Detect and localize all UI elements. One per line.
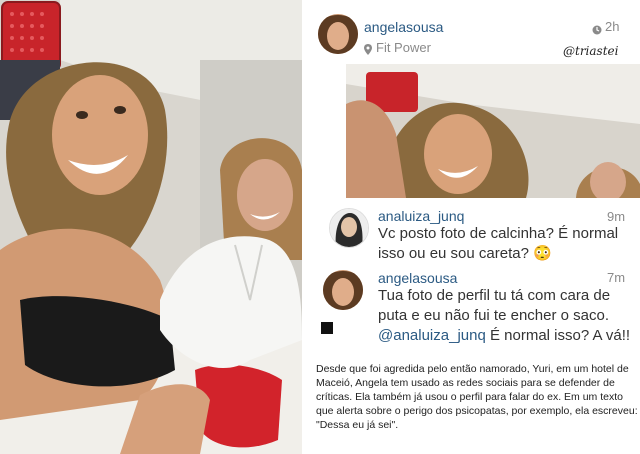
black-square-marker bbox=[321, 322, 333, 334]
comment-text: Vc posto foto de calcinha? É normal isso… bbox=[378, 224, 618, 264]
post-time: 2h bbox=[605, 19, 620, 34]
article-caption: Desde que foi agredida pelo então namora… bbox=[316, 363, 638, 431]
comment-time: 9m bbox=[607, 209, 626, 224]
reply-time: 7m bbox=[607, 270, 626, 285]
comment-text-line: Vc posto foto de calcinha? É normal bbox=[378, 225, 619, 242]
reply-text: Tua foto de perfil tu tá com cara de put… bbox=[378, 286, 630, 346]
comment-username[interactable]: analuiza_junq bbox=[378, 208, 464, 224]
instagram-screenshot: angelasousa Fit Power 2h @triastei analu… bbox=[306, 0, 640, 454]
watermark: @triastei bbox=[563, 44, 619, 58]
reply-username[interactable]: angelasousa bbox=[378, 270, 457, 286]
post-username[interactable]: angelasousa bbox=[364, 19, 443, 35]
reply-text-line: Tua foto de perfil tu tá com cara de bbox=[378, 287, 611, 304]
reply-text-line: @analuiza_junq É normal isso? A vá!! bbox=[378, 326, 630, 346]
location-pin-icon bbox=[364, 42, 372, 55]
post-location[interactable]: Fit Power bbox=[376, 40, 431, 55]
comment-text-line: isso ou eu sou careta? 😳 bbox=[378, 245, 552, 262]
commenter-avatar[interactable] bbox=[329, 208, 369, 248]
reply-text-tail: É normal isso? A vá!! bbox=[485, 327, 631, 344]
reply-text-line: puta e eu não fui te encher o saco. bbox=[378, 307, 609, 324]
user-avatar[interactable] bbox=[318, 14, 358, 54]
post-header: angelasousa Fit Power 2h @triastei bbox=[306, 0, 640, 64]
post-photo bbox=[346, 64, 640, 198]
reply-avatar[interactable] bbox=[323, 270, 363, 310]
selfie-photo bbox=[0, 0, 302, 454]
mention-link[interactable]: @analuiza_junq bbox=[378, 327, 486, 344]
clock-icon bbox=[592, 22, 602, 35]
